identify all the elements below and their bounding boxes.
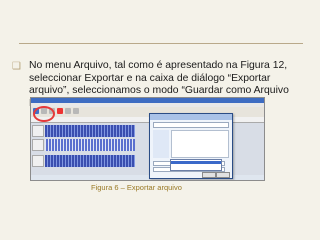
track-info-panel: [32, 139, 44, 151]
dialog-file-pane: [153, 130, 229, 158]
tool-icon: [73, 108, 79, 114]
tool-icon: [65, 108, 71, 114]
screenshot-audacity-export: [30, 97, 265, 181]
figure-caption: Figura 6 – Exportar arquivo: [91, 183, 182, 192]
dialog-address-bar: [153, 122, 229, 128]
audio-track-1: [45, 125, 135, 137]
app-menubar: [31, 103, 264, 122]
file-type-dropdown: [170, 159, 222, 171]
audio-track-2: [45, 139, 135, 151]
track-info-panel: [32, 125, 44, 137]
waveform-selected: [45, 139, 135, 151]
track-info-panel: [32, 155, 44, 167]
dialog-file-list: [171, 130, 229, 158]
waveform: [45, 155, 135, 167]
title-divider: [19, 43, 303, 44]
bullet-icon: ❑: [12, 61, 21, 72]
waveform: [45, 125, 135, 137]
dropdown-highlighted-option: [171, 161, 221, 164]
dialog-sidebar: [153, 130, 169, 158]
dialog-titlebar: [150, 114, 232, 120]
save-button: [202, 172, 216, 178]
cancel-button: [216, 172, 230, 178]
slide-top-band: [0, 0, 320, 17]
audio-track-3: [45, 155, 135, 167]
file-menu-highlight-circle: [33, 106, 55, 122]
record-icon: [57, 108, 63, 114]
